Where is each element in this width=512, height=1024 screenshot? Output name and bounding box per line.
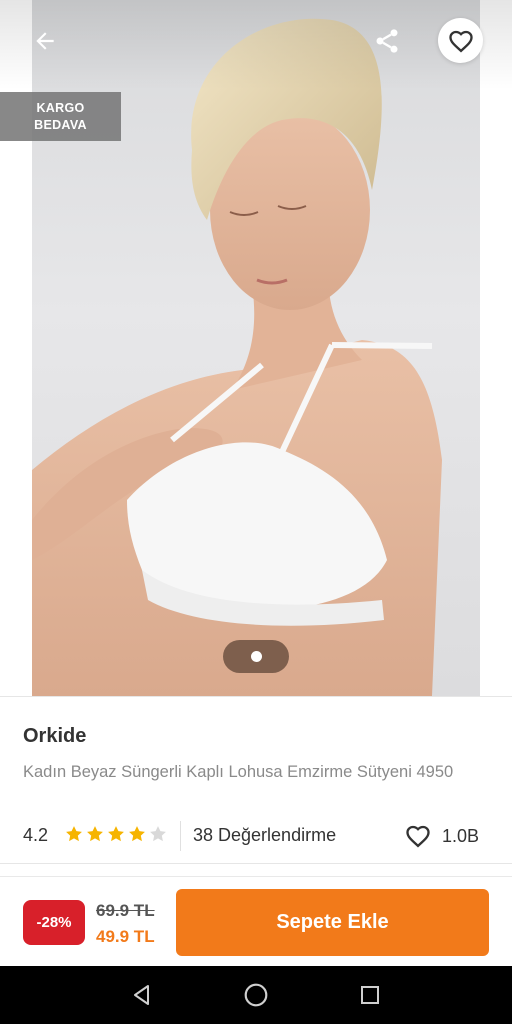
circle-home-icon [244, 983, 268, 1007]
pager-dot-active [250, 651, 262, 662]
add-to-cart-button[interactable]: Sepete Ekle [176, 889, 489, 956]
back-button[interactable] [22, 18, 68, 64]
share-button[interactable] [364, 18, 410, 64]
system-home-button[interactable] [240, 979, 272, 1011]
star-empty-icon [150, 826, 166, 842]
old-price: 69.9 TL [96, 901, 155, 920]
favorite-button[interactable] [438, 18, 483, 63]
arrow-left-icon [36, 32, 54, 50]
discount-badge: -28% [23, 900, 85, 945]
rating-stars [64, 824, 168, 844]
share-icon [376, 29, 398, 53]
rating-divider [180, 821, 181, 851]
star-filled-icon [66, 826, 82, 842]
new-price: 49.9 TL [96, 927, 155, 946]
system-back-button[interactable] [126, 979, 158, 1011]
star-filled-icon [108, 826, 124, 842]
star-filled-icon [87, 826, 103, 842]
system-recents-button[interactable] [354, 979, 386, 1011]
star-filled-icon [129, 826, 145, 842]
badge-line-2: BEDAVA [34, 117, 87, 132]
top-gradient [0, 0, 512, 90]
heart-outline-icon [448, 30, 473, 53]
system-navigation-bar [0, 966, 512, 1024]
rating-value: 4.2 [23, 825, 49, 845]
rating-row: 4.2 38 Değerlendirme 1.0B [23, 821, 493, 851]
square-recents-icon [361, 986, 379, 1004]
like-count: 1.0B [442, 825, 480, 846]
image-pager[interactable] [223, 640, 289, 673]
like-button[interactable]: 1.0B [403, 821, 493, 851]
heart-outline-icon [406, 825, 430, 848]
purchase-bar: -28% 69.9 TL 49.9 TL Sepete Ekle [0, 876, 512, 966]
product-brand[interactable]: Orkide [23, 725, 86, 748]
product-title: Kadın Beyaz Süngerli Kaplı Lohusa Emzirm… [23, 763, 454, 781]
free-shipping-badge: KARGO BEDAVA [0, 92, 121, 141]
badge-line-1: KARGO [36, 100, 85, 115]
triangle-back-icon [134, 985, 149, 1005]
product-info: Orkide Kadın Beyaz Süngerli Kaplı Lohusa… [0, 696, 512, 864]
review-count-link[interactable]: 38 Değerlendirme [193, 825, 336, 846]
product-image-area: KARGO BEDAVA [0, 0, 512, 696]
